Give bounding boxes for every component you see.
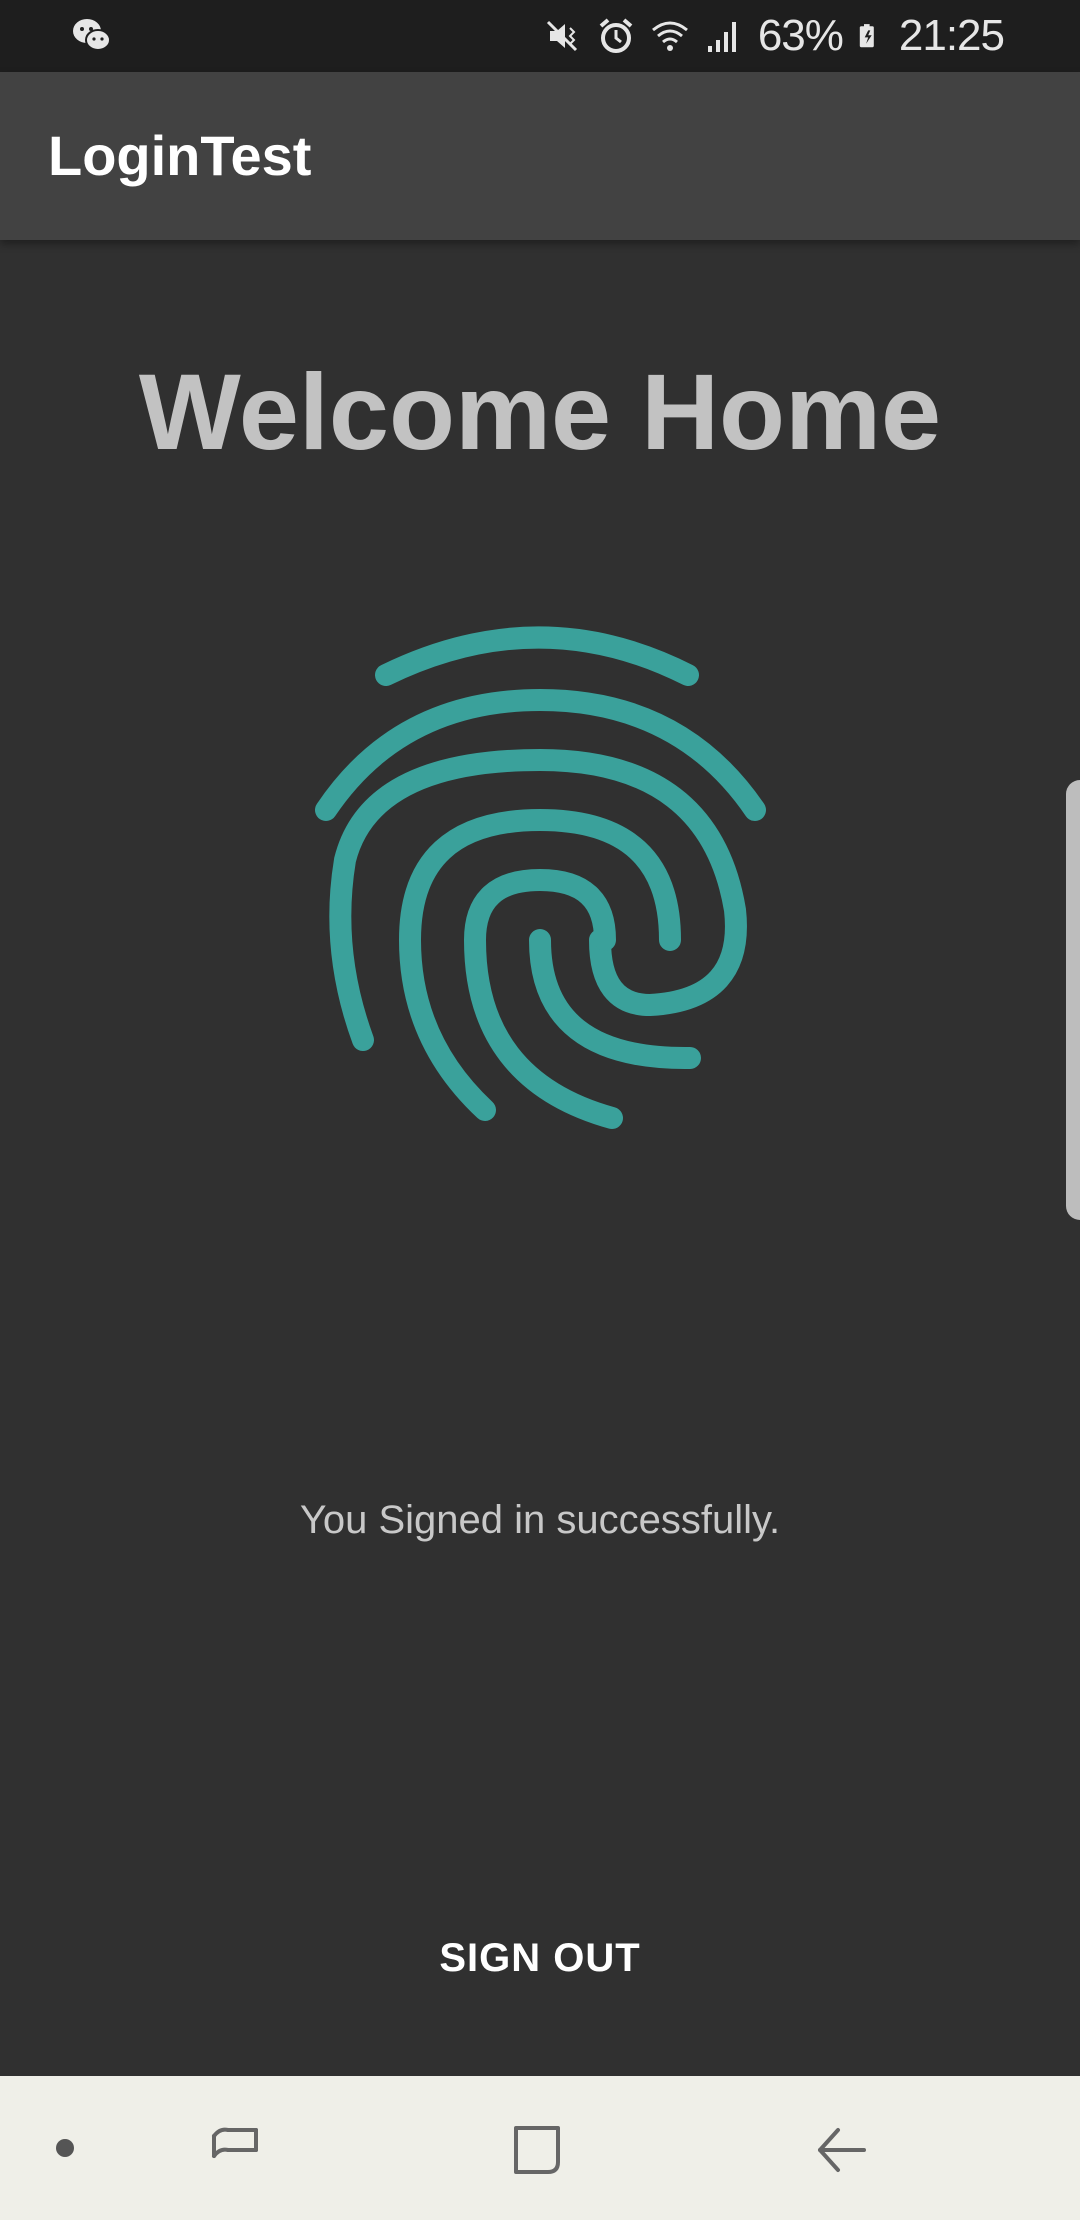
success-message: You Signed in successfully. [299, 1498, 781, 1542]
battery-charging-icon [859, 24, 874, 48]
mute-icon [546, 20, 577, 52]
navigation-bar [0, 2076, 1080, 2220]
battery-percent: 63% [757, 11, 844, 60]
app-title: LoginTest [48, 124, 312, 187]
clock: 21:25 [898, 11, 1005, 60]
welcome-heading: Welcome Home [138, 351, 942, 472]
sign-out-button[interactable]: SIGN OUT [390, 1918, 690, 1998]
home-icon[interactable] [506, 2118, 570, 2182]
status-icons: 63% 21:25 [542, 0, 1080, 72]
signal-icon [707, 22, 736, 52]
edge-panel-handle[interactable] [1066, 780, 1080, 1220]
wifi-icon [651, 21, 688, 51]
status-bar: 63% 21:25 [0, 0, 1080, 72]
dot-indicator[interactable] [56, 2139, 74, 2157]
recent-apps-icon[interactable] [204, 2118, 268, 2182]
wechat-icon [73, 19, 111, 51]
fingerprint-icon [315, 626, 766, 1129]
alarm-icon [599, 18, 633, 53]
app-bar: LoginTest [0, 72, 1080, 240]
back-icon[interactable] [810, 2118, 874, 2182]
